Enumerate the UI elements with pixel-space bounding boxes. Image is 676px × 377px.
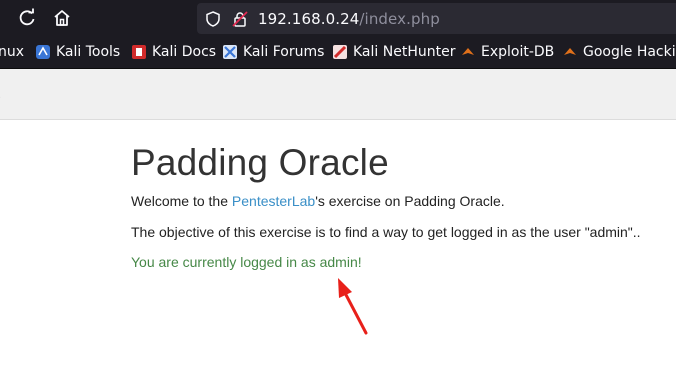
google-hacking-icon <box>563 45 577 59</box>
welcome-text: Welcome to the PentesterLab's exercise o… <box>131 193 505 209</box>
bookmark-label: Google Hacking <box>583 44 676 60</box>
address-bar[interactable]: 192.168.0.24/index.php <box>197 3 676 34</box>
kali-tools-icon <box>36 45 50 59</box>
bookmarks-toolbar: nux Kali Tools Kali Docs Kali Forums Kal… <box>0 36 676 69</box>
bookmark-google-hacking[interactable]: Google Hacking <box>563 36 676 68</box>
reload-button[interactable] <box>17 8 37 28</box>
pentesterlab-link[interactable]: PentesterLab <box>232 193 315 209</box>
home-icon <box>54 10 70 26</box>
shield-icon[interactable] <box>205 11 221 32</box>
insecure-lock-icon[interactable] <box>232 11 248 32</box>
bookmark-label: nux <box>0 44 25 60</box>
reload-icon <box>19 8 35 26</box>
kali-docs-icon <box>132 45 146 59</box>
bookmark-label: Kali NetHunter <box>353 44 456 60</box>
page-title: Padding Oracle <box>131 142 389 183</box>
login-status-message: You are currently logged in as admin! <box>131 254 362 270</box>
objective-text: The objective of this exercise is to fin… <box>131 224 641 240</box>
bookmark-label: Kali Docs <box>152 44 217 60</box>
bookmark-kali-docs[interactable]: Kali Docs <box>132 36 216 68</box>
bookmark-kali-nethunter[interactable]: Kali NetHunter <box>333 36 455 68</box>
browser-toolbar: 192.168.0.24/index.php <box>0 0 676 36</box>
welcome-prefix: Welcome to the <box>131 193 232 209</box>
welcome-suffix: 's exercise on Padding Oracle. <box>315 193 505 209</box>
bookmark-kali-linux[interactable]: nux <box>0 36 24 68</box>
bookmark-label: Kali Tools <box>56 44 121 60</box>
home-button[interactable] <box>52 8 72 28</box>
bookmark-exploit-db[interactable]: Exploit-DB <box>461 36 554 68</box>
url-path: /index.php <box>359 10 440 28</box>
bookmark-label: Exploit-DB <box>481 44 555 60</box>
kali-nethunter-icon <box>333 45 347 59</box>
kali-forums-icon <box>223 45 237 59</box>
annotation-arrow-icon <box>338 278 368 335</box>
url-host: 192.168.0.24 <box>258 10 360 28</box>
bookmark-kali-forums[interactable]: Kali Forums <box>223 36 324 68</box>
site-navbar: t <box>0 69 676 120</box>
bookmark-kali-tools[interactable]: Kali Tools <box>36 36 120 68</box>
bookmark-label: Kali Forums <box>243 44 325 60</box>
url-text[interactable]: 192.168.0.24/index.php <box>258 10 440 28</box>
exploit-db-icon <box>461 45 475 59</box>
